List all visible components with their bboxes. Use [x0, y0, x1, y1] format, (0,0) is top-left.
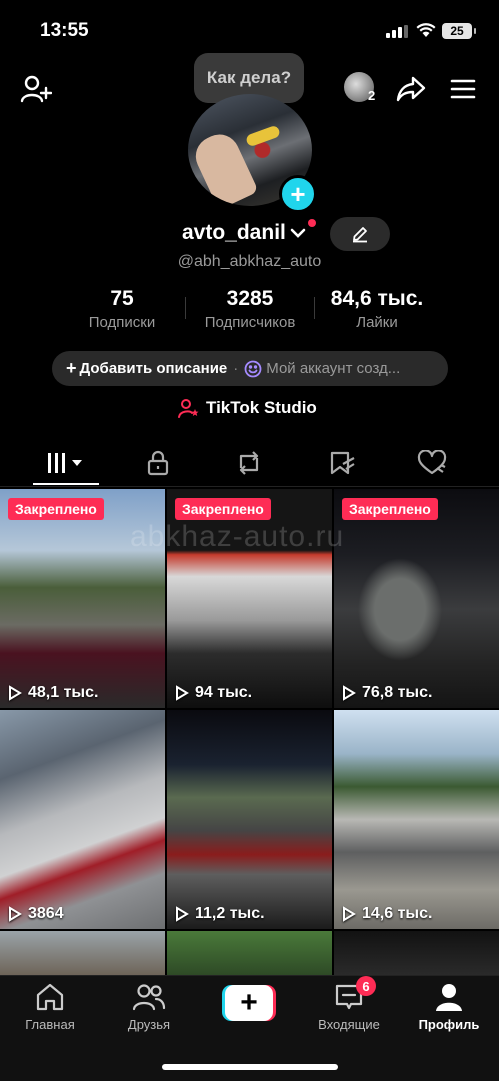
user-handle: @abh_abkhaz_auto	[177, 253, 322, 270]
nav-friends[interactable]: Друзья	[104, 982, 194, 1032]
menu-icon[interactable]	[447, 74, 479, 104]
followers-label: Подписчиков	[204, 314, 296, 331]
following-stat[interactable]: 75 Подписки	[72, 287, 172, 331]
status-bar: 13:55 25	[0, 0, 499, 60]
nav-profile-label: Профиль	[418, 1017, 480, 1032]
studio-person-star-icon	[178, 399, 199, 418]
pinned-badge: Закреплено	[8, 498, 104, 520]
repost-icon	[239, 451, 259, 475]
watermark-text: abkhaz-auto.ru	[130, 520, 345, 553]
chevron-down-icon	[290, 228, 306, 238]
wifi-icon	[416, 22, 436, 43]
likes-stat[interactable]: 84,6 тыс. Лайки	[318, 287, 436, 331]
stat-divider	[314, 297, 315, 319]
view-count: 76,8 тыс.	[342, 684, 432, 702]
nav-inbox-label: Входящие	[318, 1017, 380, 1032]
plus-icon: +	[66, 358, 77, 378]
add-description-label: Добавить описание	[79, 360, 228, 377]
notification-dot	[308, 219, 316, 227]
play-icon	[176, 685, 189, 701]
play-icon	[9, 685, 22, 701]
tab-saved[interactable]	[310, 440, 374, 486]
pencil-icon	[353, 227, 367, 243]
edit-profile-button[interactable]	[330, 217, 390, 251]
view-count: 94 тыс.	[175, 684, 252, 702]
bookmark-icon	[330, 451, 355, 475]
video-tile[interactable]: Закреплено 76,8 тыс.	[334, 489, 499, 708]
tab-reposts[interactable]	[217, 440, 281, 486]
separator-dot: ·	[233, 360, 239, 377]
friends-avatar[interactable]: 2	[344, 72, 378, 106]
add-story-button[interactable]: +	[279, 175, 317, 213]
description-placeholder: Мой аккаунт созд...	[266, 360, 401, 377]
create-button[interactable]: +	[222, 985, 276, 1021]
tiktok-studio-link[interactable]: TikTok Studio	[178, 398, 317, 418]
status-time: 13:55	[40, 20, 89, 41]
view-count: 11,2 тыс.	[175, 905, 265, 923]
tab-private[interactable]	[126, 440, 190, 486]
lock-icon	[147, 450, 169, 476]
nav-friends-label: Друзья	[127, 1017, 171, 1032]
tab-liked[interactable]	[400, 440, 464, 486]
pinned-badge: Закреплено	[175, 498, 271, 520]
video-tile[interactable]	[0, 931, 165, 975]
content-tabs	[0, 440, 499, 487]
nav-home-label: Главная	[25, 1017, 75, 1032]
likes-label: Лайки	[356, 314, 398, 331]
inbox-badge: 6	[356, 976, 376, 996]
home-indicator	[162, 1064, 338, 1070]
friends-icon	[132, 984, 166, 1011]
active-tab-indicator	[33, 483, 99, 485]
nav-home[interactable]: Главная	[5, 982, 95, 1032]
description-bar[interactable]: + Добавить описание · Мой аккаунт созд..…	[52, 351, 448, 386]
following-count: 75	[110, 287, 134, 310]
nav-profile[interactable]: Профиль	[404, 982, 494, 1032]
play-icon	[9, 906, 22, 922]
stat-divider	[185, 297, 186, 319]
plus-icon: +	[225, 985, 273, 1021]
followers-stat[interactable]: 3285 Подписчиков	[190, 287, 310, 331]
home-icon	[36, 983, 64, 1011]
add-friend-icon[interactable]	[18, 72, 54, 106]
pinned-badge: Закреплено	[342, 498, 438, 520]
smile-icon	[244, 360, 262, 377]
username-text: avto_danil	[182, 221, 286, 244]
play-icon	[343, 906, 356, 922]
studio-label: TikTok Studio	[206, 398, 317, 417]
tab-videos[interactable]	[33, 440, 99, 486]
signal-icon	[386, 25, 408, 38]
heart-icon	[417, 450, 447, 475]
profile-icon	[436, 984, 462, 1011]
video-tile[interactable]: 11,2 тыс.	[167, 710, 332, 929]
username[interactable]: avto_danil	[182, 221, 306, 245]
video-tile[interactable]	[334, 931, 499, 975]
nav-inbox[interactable]: Входящие	[304, 982, 394, 1032]
view-count: 3864	[8, 905, 64, 923]
view-count: 14,6 тыс.	[342, 905, 432, 923]
friends-count: 2	[368, 88, 376, 103]
video-tile[interactable]: 14,6 тыс.	[334, 710, 499, 929]
battery-icon: 25	[442, 23, 476, 39]
likes-count: 84,6 тыс.	[330, 287, 424, 310]
play-icon	[343, 685, 356, 701]
grid-icon	[48, 453, 82, 473]
view-count: 48,1 тыс.	[8, 684, 98, 702]
play-icon	[176, 906, 189, 922]
video-tile[interactable]: 3864	[0, 710, 165, 929]
video-tile[interactable]	[167, 931, 332, 975]
followers-count: 3285	[226, 287, 274, 310]
share-icon[interactable]	[394, 72, 428, 106]
following-label: Подписки	[88, 314, 156, 331]
